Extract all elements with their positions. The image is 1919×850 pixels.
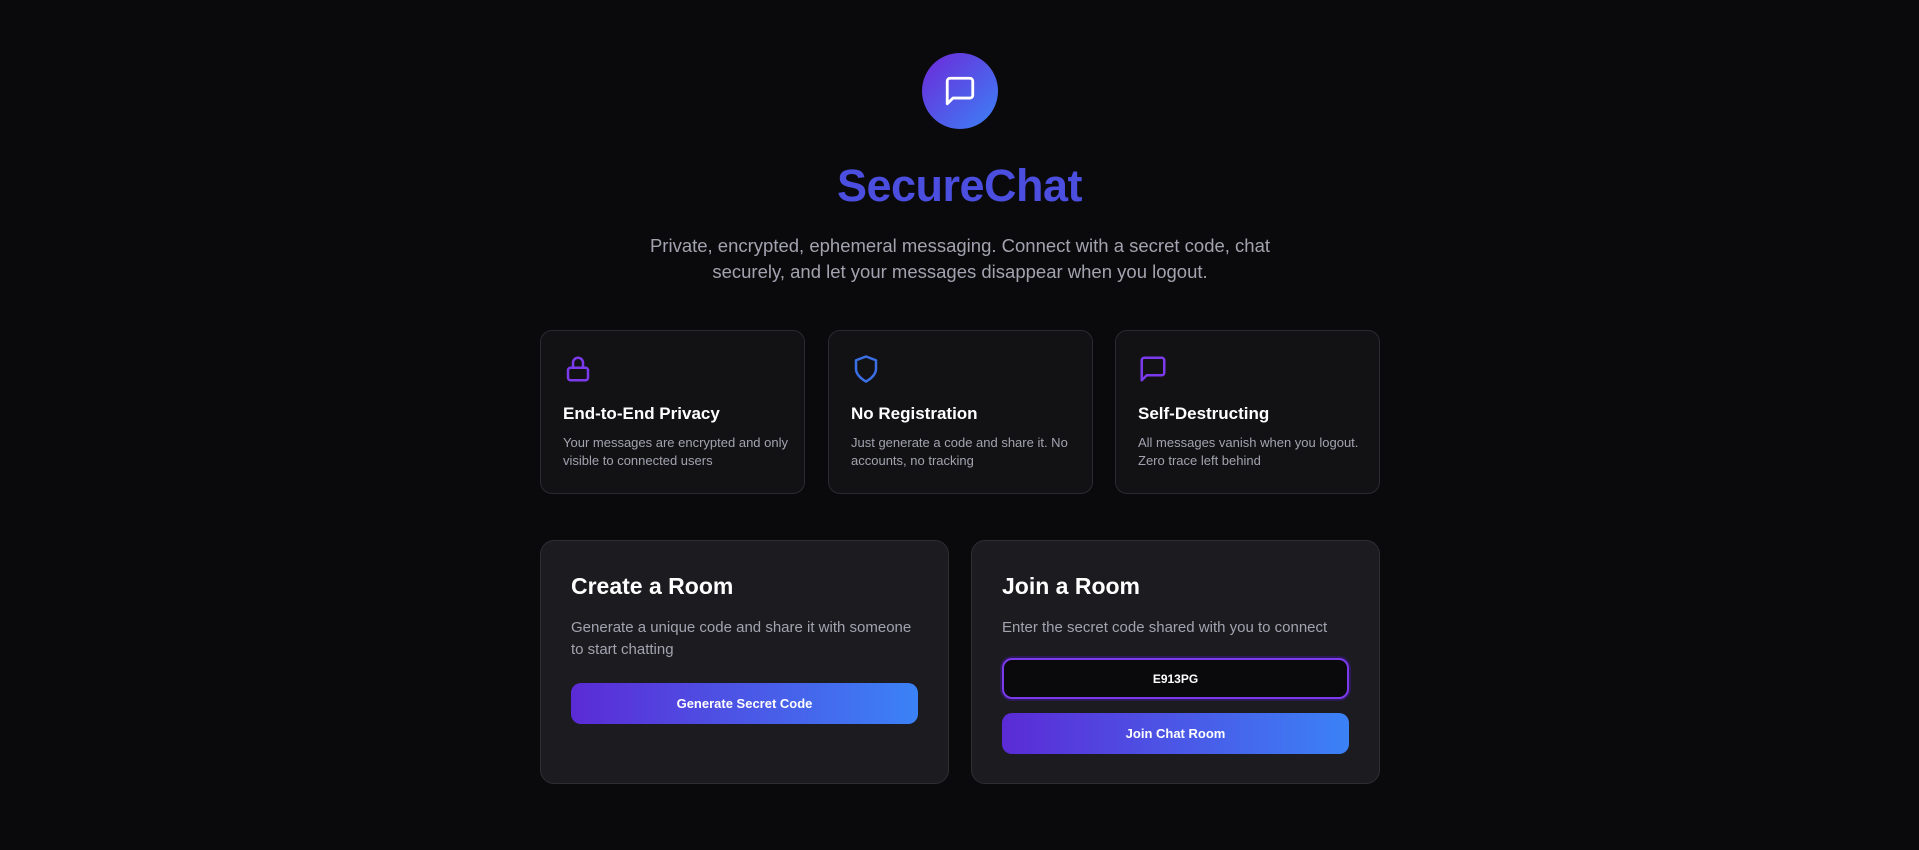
feature-card-no-registration: No Registration Just generate a code and… (828, 330, 1093, 494)
secret-code-input[interactable] (1002, 658, 1349, 699)
feature-title: Self-Destructing (1138, 404, 1270, 423)
join-room-card: Join a Room Enter the secret code shared… (971, 540, 1380, 784)
create-room-title: Create a Room (571, 573, 734, 599)
feature-title: No Registration (851, 404, 978, 423)
feature-description: Your messages are encrypted and only vis… (563, 435, 788, 468)
join-room-description: Enter the secret code shared with you to… (1002, 619, 1328, 636)
feature-description: All messages vanish when you logout. Zer… (1138, 435, 1359, 468)
shield-icon (854, 355, 878, 383)
generate-code-button[interactable]: Generate Secret Code (571, 683, 918, 724)
lock-icon (566, 356, 590, 382)
join-room-title: Join a Room (1002, 573, 1141, 599)
chat-bubble-icon (1140, 356, 1166, 382)
landing-page: SecureChat Private, encrypted, ephemeral… (0, 0, 1919, 850)
app-subtitle: Private, encrypted, ephemeral messaging.… (649, 235, 1271, 282)
chat-bubble-icon (945, 76, 975, 106)
create-room-card: Create a Room Generate a unique code and… (540, 540, 949, 784)
feature-title: End-to-End Privacy (563, 404, 720, 423)
app-logo (922, 53, 998, 129)
feature-card-self-destructing: Self-Destructing All messages vanish whe… (1115, 330, 1380, 494)
join-chat-room-button[interactable]: Join Chat Room (1002, 713, 1349, 754)
app-title: SecureChat (836, 160, 1083, 211)
feature-card-privacy: End-to-End Privacy Your messages are enc… (540, 330, 805, 494)
feature-description: Just generate a code and share it. No ac… (851, 435, 1068, 468)
create-room-description: Generate a unique code and share it with… (571, 619, 912, 658)
